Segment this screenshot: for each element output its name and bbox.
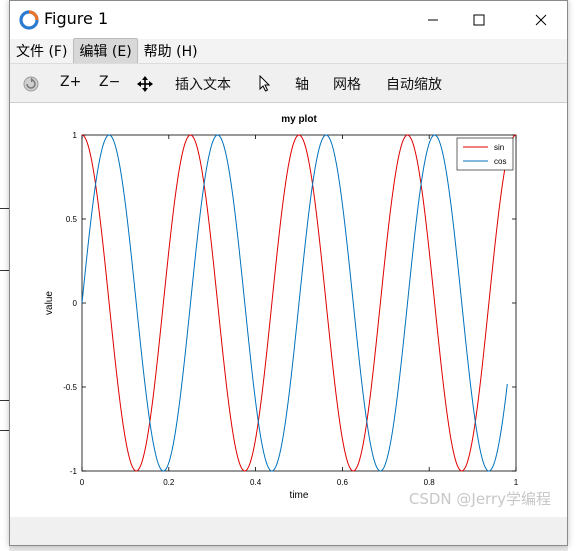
- autoscale-button[interactable]: 自动缩放: [386, 74, 442, 94]
- figure-canvas[interactable]: my plot 0 0.2 0.4 0.6 0.8 1 1 0.5 0 -0.5 -1 time v…: [10, 104, 567, 517]
- legend-label-sin: sin: [494, 143, 504, 152]
- x-tick-label: 1: [514, 478, 519, 487]
- zoom-in-button[interactable]: Z+: [60, 74, 81, 90]
- insert-text-button[interactable]: 插入文本: [175, 74, 231, 94]
- x-tick-label: 0.4: [250, 478, 262, 487]
- toolbar: Z+ Z− 插入文本 轴 网格 自动缩放: [10, 63, 567, 103]
- close-icon: [535, 14, 547, 26]
- rotate-icon[interactable]: [22, 75, 40, 93]
- background-divider: [0, 270, 9, 271]
- grid-button[interactable]: 网格: [333, 74, 361, 94]
- y-tick-label: -0.5: [63, 383, 77, 392]
- x-tick-label: 0.6: [337, 478, 349, 487]
- plot-area[interactable]: my plot 0 0.2 0.4 0.6 0.8 1 1 0.5 0 -0.5 -1 time v…: [10, 104, 567, 517]
- status-bar: [10, 517, 567, 545]
- y-tick-label: 0: [73, 299, 78, 308]
- close-button[interactable]: [518, 1, 564, 39]
- maximize-button[interactable]: [456, 1, 502, 39]
- title-bar[interactable]: Figure 1: [10, 1, 567, 39]
- chart-title: my plot: [281, 114, 317, 125]
- pan-icon[interactable]: [137, 76, 153, 92]
- menu-help[interactable]: 帮助 (H): [139, 39, 203, 63]
- axes-button[interactable]: 轴: [295, 74, 309, 94]
- watermark: CSDN @Jerry学编程: [408, 490, 551, 508]
- octave-app-icon: [19, 10, 39, 30]
- y-tick-label: 0.5: [66, 215, 78, 224]
- y-tick-label: -1: [70, 467, 78, 476]
- menu-file[interactable]: 文件 (F): [11, 39, 72, 63]
- background-divider: [0, 430, 9, 431]
- background-divider: [0, 208, 9, 209]
- x-tick-label: 0.2: [163, 478, 175, 487]
- window-title: Figure 1: [44, 9, 109, 28]
- x-tick-label: 0.8: [424, 478, 436, 487]
- background-divider: [0, 400, 9, 401]
- y-axis-label: value: [44, 291, 55, 315]
- minimize-icon: [428, 19, 438, 21]
- select-cursor-icon[interactable]: [259, 75, 271, 93]
- menu-edit[interactable]: 编辑 (E): [73, 38, 138, 64]
- figure-window: Figure 1 文件 (F) 编辑 (E) 帮助 (H) Z+ Z− 插入文本…: [9, 0, 568, 546]
- x-tick-label: 0: [80, 478, 85, 487]
- menu-bar: 文件 (F) 编辑 (E) 帮助 (H): [10, 38, 567, 64]
- minimize-button[interactable]: [410, 1, 456, 39]
- background-left: [0, 0, 9, 551]
- y-tick-label: 1: [73, 131, 78, 140]
- legend: sin cos: [456, 137, 514, 171]
- zoom-out-button[interactable]: Z−: [99, 74, 120, 90]
- x-axis-label: time: [290, 490, 309, 501]
- maximize-icon: [473, 14, 485, 26]
- background-right: [568, 0, 578, 551]
- legend-label-cos: cos: [494, 157, 506, 166]
